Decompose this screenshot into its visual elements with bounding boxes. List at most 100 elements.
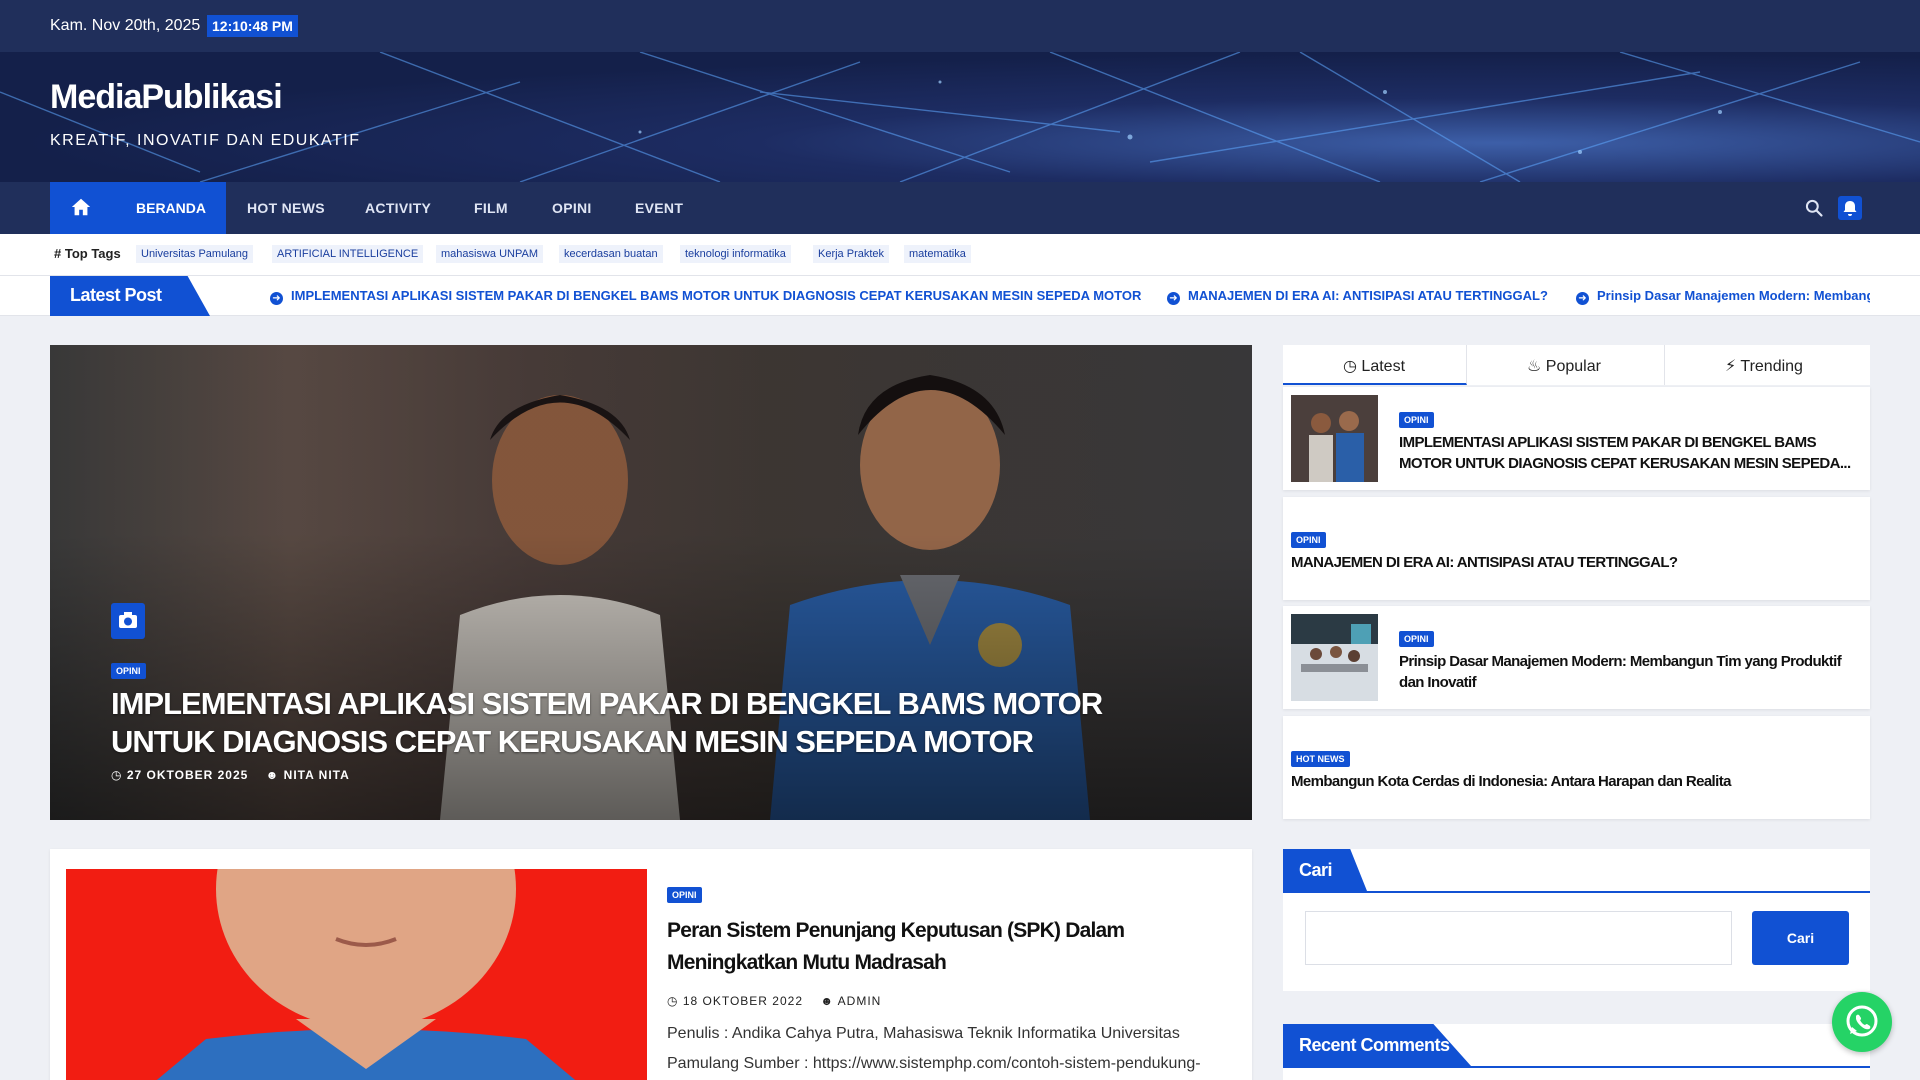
camera-icon xyxy=(119,612,137,628)
nav-item-beranda-label: BERANDA xyxy=(136,200,206,216)
search-widget: Cari Cari xyxy=(1283,849,1870,991)
sidebar-post-title[interactable]: Prinsip Dasar Manajemen Modern: Membangu… xyxy=(1399,651,1854,693)
sidebar-post-title[interactable]: Membangun Kota Cerdas di Indonesia: Anta… xyxy=(1291,771,1851,792)
nav-item-hot-news[interactable]: HOT NEWS xyxy=(247,200,325,216)
current-time: 12:10:48 PM xyxy=(207,15,298,37)
tag-link[interactable]: Universitas Pamulang xyxy=(136,245,253,263)
ticker-item[interactable]: ➜ Prinsip Dasar Manajemen Modern: Membang… xyxy=(1576,288,1870,305)
ticker-item-text: MANAJEMEN DI ERA AI: ANTISIPASI ATAU TER… xyxy=(1188,288,1548,303)
post-date[interactable]: 18 OKTOBER 2022 xyxy=(683,994,803,1008)
ticker-item[interactable]: ➜ MANAJEMEN DI ERA AI: ANTISIPASI ATAU TE… xyxy=(1167,288,1548,305)
sidebar-post[interactable]: OPINI IMPLEMENTASI APLIKASI SISTEM PAKAR… xyxy=(1283,387,1870,490)
fire-icon: ♨ xyxy=(1527,358,1542,375)
tab-popular[interactable]: ♨ Popular xyxy=(1467,345,1665,385)
tag-link[interactable]: kecerdasan buatan xyxy=(559,245,663,263)
tag-link[interactable]: ARTIFICIAL INTELLIGENCE xyxy=(272,245,424,263)
top-tags-bar: # Top Tags Universitas Pamulang ARTIFICI… xyxy=(0,234,1920,276)
sidebar-post-thumbnail[interactable] xyxy=(1291,395,1378,482)
category-badge[interactable]: OPINI xyxy=(1399,631,1434,647)
tag-link[interactable]: teknologi informatika xyxy=(680,245,791,263)
sidebar-post-thumbnail[interactable] xyxy=(1291,614,1378,701)
featured-post[interactable]: OPINI IMPLEMENTASI APLIKASI SISTEM PAKAR… xyxy=(50,345,1252,820)
notification-button[interactable] xyxy=(1838,196,1862,220)
site-tagline: KREATIF, INOVATIF DAN EDUKATIF xyxy=(50,132,361,149)
clock-icon: ◷ xyxy=(1343,358,1357,375)
tab-latest-label: Latest xyxy=(1361,358,1406,375)
ticker-item[interactable]: ➜ IMPLEMENTASI APLIKASI SISTEM PAKAR DI B… xyxy=(270,288,1141,305)
whatsapp-button[interactable] xyxy=(1832,992,1892,1052)
category-badge[interactable]: OPINI xyxy=(1291,532,1326,548)
nav-item-activity[interactable]: ACTIVITY xyxy=(365,200,431,216)
arrow-circle-icon: ➜ xyxy=(1167,292,1180,305)
sidebar-post-thumbnail-image xyxy=(1291,614,1378,701)
search-widget-title-text: Cari xyxy=(1299,860,1333,880)
main-navigation: BERANDA HOT NEWS ACTIVITY FILM OPINI EVE… xyxy=(0,182,1920,234)
current-date: Kam. Nov 20th, 2025 xyxy=(50,17,201,34)
featured-post-title[interactable]: IMPLEMENTASI APLIKASI SISTEM PAKAR DI BE… xyxy=(111,685,1191,761)
nav-item-home[interactable]: BERANDA xyxy=(50,182,226,234)
tag-link[interactable]: Kerja Praktek xyxy=(813,245,890,263)
sidebar-post-title[interactable]: IMPLEMENTASI APLIKASI SISTEM PAKAR DI BE… xyxy=(1399,432,1854,474)
site-title[interactable]: MediaPublikasi xyxy=(50,78,283,117)
ticker-label: Latest Post xyxy=(50,276,210,316)
ticker-item-text: IMPLEMENTASI APLIKASI SISTEM PAKAR DI BE… xyxy=(291,288,1142,303)
category-badge[interactable]: OPINI xyxy=(111,663,146,679)
search-widget-heading: Cari xyxy=(1283,849,1870,893)
bolt-icon: ⚡ xyxy=(1725,358,1737,375)
category-badge[interactable]: OPINI xyxy=(1399,412,1434,428)
nav-item-event[interactable]: EVENT xyxy=(635,200,683,216)
post-excerpt: Penulis : Andika Cahya Putra, Mahasiswa … xyxy=(667,1025,1201,1072)
post-author[interactable]: NITA NITA xyxy=(284,768,350,782)
post-title[interactable]: Peran Sistem Penunjang Keputusan (SPK) D… xyxy=(667,915,1237,979)
tab-popular-label: Popular xyxy=(1545,358,1601,375)
post-thumbnail[interactable] xyxy=(66,869,647,1080)
tab-trending[interactable]: ⚡ Trending xyxy=(1665,345,1870,385)
ticker-item-text: Prinsip Dasar Manajemen Modern: Membangu… xyxy=(1597,288,1870,303)
recent-comments-title-text: Recent Comments xyxy=(1299,1035,1450,1055)
sidebar-tabs: ◷ Latest ♨ Popular ⚡ Trending xyxy=(1283,345,1870,385)
recent-comments-title: Recent Comments xyxy=(1283,1024,1471,1066)
post-author[interactable]: ADMIN xyxy=(838,994,882,1008)
tag-link[interactable]: matematika xyxy=(904,245,971,263)
clock-icon: ◷ xyxy=(111,768,123,782)
featured-post-meta: ◷ 27 OKTOBER 2025 ☻ NITA NITA xyxy=(111,768,350,782)
home-icon xyxy=(71,198,91,216)
post-date[interactable]: 27 OKTOBER 2025 xyxy=(127,768,249,782)
bell-icon xyxy=(1843,201,1857,216)
user-icon: ☻ xyxy=(265,768,280,782)
tag-link[interactable]: mahasiswa UNPAM xyxy=(436,245,543,263)
site-header-banner: MediaPublikasi KREATIF, INOVATIF DAN EDU… xyxy=(0,52,1920,182)
nav-item-film[interactable]: FILM xyxy=(474,200,508,216)
recent-comments-heading: Recent Comments xyxy=(1283,1024,1870,1068)
whatsapp-icon xyxy=(1846,1005,1878,1037)
ticker-items: ➜ IMPLEMENTASI APLIKASI SISTEM PAKAR DI B… xyxy=(270,276,1870,316)
camera-format-button xyxy=(111,603,145,639)
nav-item-opini[interactable]: OPINI xyxy=(552,200,592,216)
clock-icon: ◷ xyxy=(667,994,679,1008)
top-tags-label-text: Top Tags xyxy=(64,246,121,261)
search-icon[interactable] xyxy=(1804,198,1824,218)
sidebar-post-thumbnail-image xyxy=(1291,395,1378,482)
sidebar-post[interactable]: OPINI MANAJEMEN DI ERA AI: ANTISIPASI AT… xyxy=(1283,497,1870,600)
search-input[interactable] xyxy=(1305,911,1732,965)
top-tags-label: # Top Tags xyxy=(54,246,121,261)
category-badge[interactable]: HOT NEWS xyxy=(1291,751,1350,767)
ticker-label-text: Latest Post xyxy=(70,285,162,305)
arrow-circle-icon: ➜ xyxy=(270,292,283,305)
search-widget-title: Cari xyxy=(1283,849,1367,891)
recent-comments-widget: Recent Comments xyxy=(1283,1024,1870,1080)
latest-post-ticker: Latest Post ➜ IMPLEMENTASI APLIKASI SISTE… xyxy=(0,276,1920,316)
category-badge[interactable]: OPINI xyxy=(667,887,702,903)
tab-latest[interactable]: ◷ Latest xyxy=(1283,345,1467,385)
user-icon: ☻ xyxy=(820,994,834,1008)
search-button[interactable]: Cari xyxy=(1752,911,1849,965)
sidebar-post[interactable]: HOT NEWS Membangun Kota Cerdas di Indone… xyxy=(1283,716,1870,819)
top-bar: Kam. Nov 20th, 2025 12:10:48 PM xyxy=(0,0,1920,52)
post-meta: ◷ 18 OKTOBER 2022 ☻ ADMIN xyxy=(667,994,881,1008)
banner-decoration xyxy=(0,52,1920,182)
sidebar-post[interactable]: OPINI Prinsip Dasar Manajemen Modern: Me… xyxy=(1283,606,1870,709)
tab-trending-label: Trending xyxy=(1740,358,1803,375)
sidebar-post-title[interactable]: MANAJEMEN DI ERA AI: ANTISIPASI ATAU TER… xyxy=(1291,552,1851,573)
post-thumbnail-image xyxy=(156,869,576,1080)
post-card: OPINI Peran Sistem Penunjang Keputusan (… xyxy=(50,849,1252,1080)
